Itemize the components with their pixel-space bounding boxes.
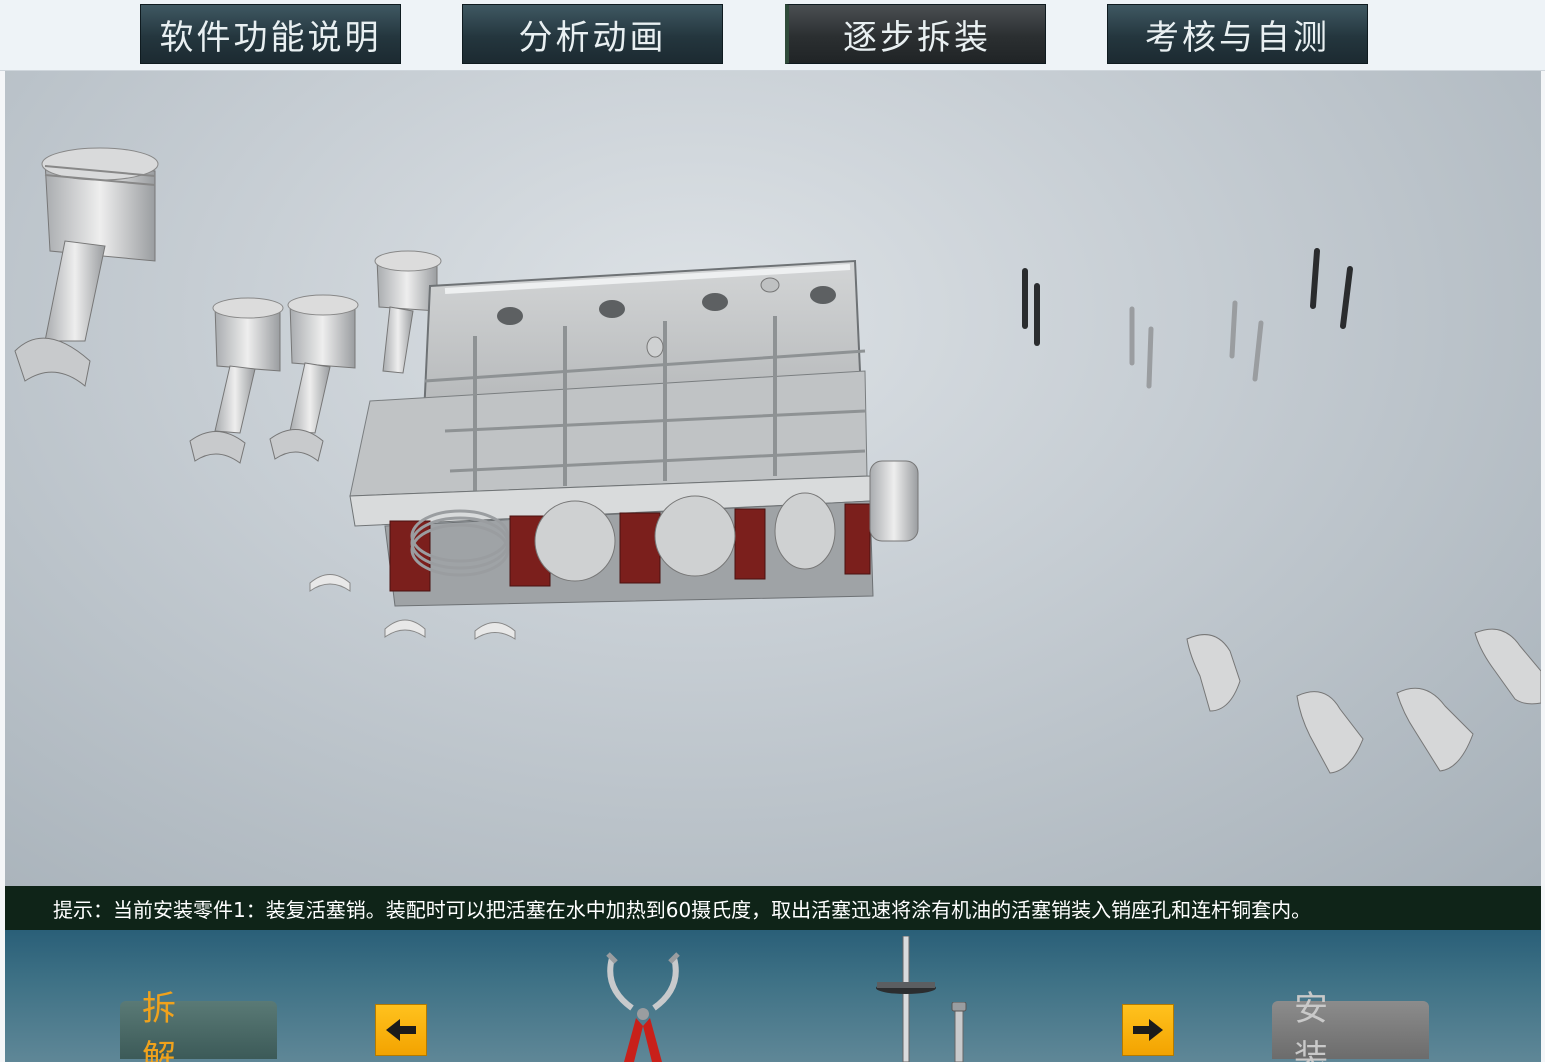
piston-ring-pliers-icon[interactable] (602, 948, 684, 1062)
piston-1[interactable] (189, 297, 284, 464)
bearing-shell-small-3[interactable] (474, 622, 516, 640)
bearing-shell-small-2[interactable] (384, 619, 426, 638)
bearing-cap-4[interactable] (1474, 628, 1541, 705)
nav-software-guide-button[interactable]: 软件功能说明 (140, 4, 401, 64)
engine-block[interactable] (349, 259, 919, 607)
hint-bar: 提示：当前安装零件1：装复活塞销。装配时可以把活塞在水中加热到60摄氏度，取出活… (5, 886, 1541, 930)
arrow-right-icon (1133, 1019, 1163, 1041)
torque-wrench-icon[interactable] (873, 936, 943, 1062)
piston-2[interactable] (269, 294, 359, 462)
bolts[interactable] (1022, 248, 1353, 389)
nav-step-disassembly-button[interactable]: 逐步拆装 (785, 4, 1046, 64)
arrow-left-icon (386, 1019, 416, 1041)
nav-assessment-button[interactable]: 考核与自测 (1107, 4, 1368, 64)
bearing-cap-2[interactable] (1296, 691, 1364, 774)
next-step-button[interactable] (1122, 1004, 1174, 1056)
top-nav-bar: 软件功能说明 分析动画 逐步拆装 考核与自测 (0, 0, 1545, 71)
previous-step-button[interactable] (375, 1004, 427, 1056)
engine-scene (14, 147, 1541, 774)
bearing-shell-small-1[interactable] (309, 574, 351, 592)
disassemble-button[interactable]: 拆 解 (120, 989, 277, 1062)
assemble-button[interactable]: 安 装 (1272, 989, 1429, 1062)
nav-analysis-animation-button[interactable]: 分析动画 (462, 4, 723, 64)
3d-viewport[interactable] (5, 71, 1541, 886)
bearing-cap-3[interactable] (1396, 687, 1474, 772)
tool-tray: 拆 解 安 装 (5, 930, 1541, 1062)
pin-tool-icon[interactable] (950, 1002, 968, 1062)
piston-large[interactable] (14, 147, 159, 387)
bearing-cap-1[interactable] (1186, 634, 1241, 712)
